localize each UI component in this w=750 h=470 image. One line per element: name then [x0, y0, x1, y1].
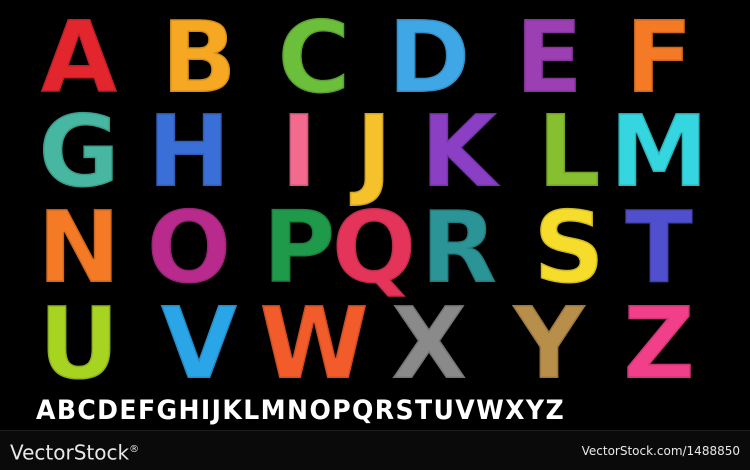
letter-g: G	[36, 93, 121, 210]
letter-y: Y	[511, 285, 586, 402]
letter-e: E	[513, 0, 584, 116]
letter-m: M	[608, 93, 711, 210]
letter-h: H	[146, 93, 233, 210]
letter-s: S	[531, 189, 606, 306]
letter-c: C	[276, 0, 352, 116]
letter-o: O	[145, 189, 233, 306]
letter-b: B	[159, 0, 238, 116]
letter-a: A	[39, 0, 119, 116]
small-alphabet-row: ABCDEFGHIJKLMNOPQRSTUVWXYZ	[36, 395, 566, 426]
letter-v: V	[159, 285, 239, 402]
vectorstock-logo: VectorStock®	[10, 438, 139, 465]
letter-l: L	[536, 93, 603, 210]
letter-d: D	[386, 0, 472, 116]
letter-n: N	[36, 189, 123, 306]
letter-u: U	[37, 285, 121, 402]
letter-w: W	[257, 285, 370, 402]
letter-z: Z	[621, 285, 697, 402]
registered-mark: ®	[129, 444, 140, 455]
letter-r: R	[419, 189, 499, 306]
letter-x: X	[389, 285, 469, 402]
letter-f: F	[623, 0, 694, 116]
watermark-url: VectorStock.com/1488850	[581, 444, 740, 458]
letter-t: T	[623, 189, 694, 306]
logo-text: VectorStock	[10, 440, 130, 465]
letter-q: Q	[330, 189, 418, 306]
letter-k: K	[419, 93, 500, 210]
letter-j: J	[354, 93, 394, 210]
